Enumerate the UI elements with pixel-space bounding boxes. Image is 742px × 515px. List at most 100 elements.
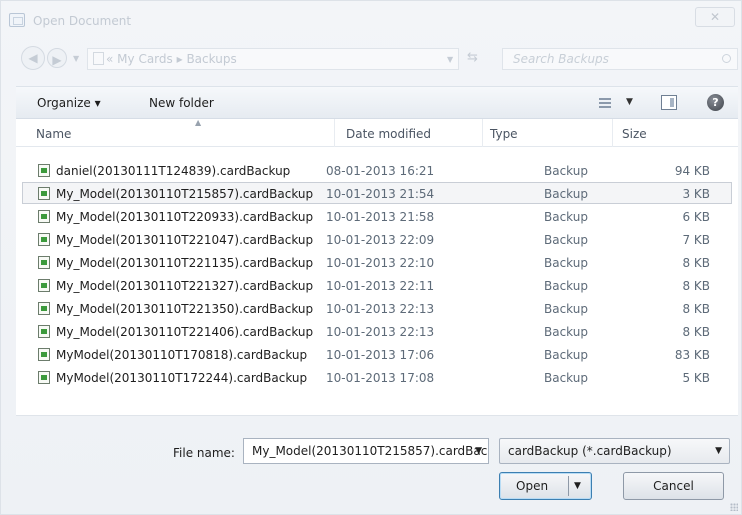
card-backup-file-icon: [38, 164, 50, 177]
help-icon[interactable]: ?: [707, 94, 724, 111]
date-modified-cell: 10-01-2013 22:13: [326, 325, 435, 339]
file-row[interactable]: My_Model(20130110T215857).cardBackup 10-0…: [22, 182, 732, 204]
sort-ascending-icon: ▲: [195, 118, 202, 127]
resize-grip[interactable]: [730, 503, 738, 511]
open-button[interactable]: Open ▼: [499, 472, 592, 500]
file-name-label: File name:: [173, 446, 235, 460]
column-divider[interactable]: [482, 119, 483, 147]
view-options-dropdown[interactable]: ▼: [626, 97, 633, 107]
breadcrumb-my-cards[interactable]: My Cards: [117, 52, 173, 66]
file-name-cell: My_Model(20130110T221135).cardBackup: [56, 256, 314, 270]
breadcrumb-separator: ▸: [176, 52, 183, 66]
date-modified-cell: 10-01-2013 21:54: [326, 187, 435, 201]
card-backup-file-icon: [38, 187, 50, 200]
recent-locations-dropdown[interactable]: ▼: [73, 54, 79, 63]
column-divider[interactable]: [334, 119, 335, 147]
column-header-name[interactable]: Name: [36, 127, 71, 141]
file-type-cell: Backup: [544, 279, 588, 293]
document-window-icon: [9, 13, 25, 27]
address-prefix: «: [106, 52, 114, 66]
back-arrow-icon: ◀: [28, 51, 38, 65]
file-row[interactable]: My_Model(20130110T220933).cardBackup 10-0…: [22, 205, 732, 227]
open-document-dialog: Open Document ✕ ◀ ▶ ▼ « My Cards ▸ Backu…: [0, 0, 742, 515]
card-backup-file-icon: [38, 371, 50, 384]
column-headers: ▲ Name Date modified Type Size: [16, 118, 738, 147]
card-backup-file-icon: [38, 325, 50, 338]
file-size-cell: 94 KB: [674, 164, 710, 178]
card-backup-file-icon: [38, 348, 50, 361]
file-type-cell: Backup: [544, 325, 588, 339]
file-type-cell: Backup: [544, 233, 588, 247]
file-name-value: My_Model(20130110T215857).cardBackup: [252, 444, 489, 458]
file-name-input[interactable]: My_Model(20130110T215857).cardBackup ▼: [243, 438, 489, 464]
date-modified-cell: 10-01-2013 17:06: [326, 348, 435, 362]
file-row[interactable]: My_Model(20130110T221406).cardBackup 10-0…: [22, 320, 732, 342]
file-size-cell: 6 KB: [682, 210, 710, 224]
view-options-icon[interactable]: [599, 97, 611, 109]
date-modified-cell: 10-01-2013 22:09: [326, 233, 435, 247]
back-button[interactable]: ◀: [21, 46, 45, 70]
file-type-cell: Backup: [544, 371, 588, 385]
file-name-cell: My_Model(20130110T221406).cardBackup: [56, 325, 314, 339]
column-header-type[interactable]: Type: [490, 127, 518, 141]
file-row[interactable]: My_Model(20130110T221327).cardBackup 10-0…: [22, 274, 732, 296]
file-row[interactable]: MyModel(20130110T170818).cardBackup 10-01…: [22, 343, 732, 365]
folder-icon: [93, 52, 104, 65]
search-placeholder: Search Backups: [513, 52, 609, 66]
card-backup-file-icon: [38, 233, 50, 246]
title-bar: Open Document ✕: [1, 1, 742, 41]
file-row[interactable]: My_Model(20130110T221047).cardBackup 10-0…: [22, 228, 732, 250]
file-name-cell: MyModel(20130110T172244).cardBackup: [56, 371, 308, 385]
forward-button[interactable]: ▶: [47, 48, 67, 68]
file-type-value: cardBackup (*.cardBackup): [508, 444, 672, 458]
column-header-date[interactable]: Date modified: [346, 127, 431, 141]
file-row[interactable]: daniel(20130111T124839).cardBackup 08-01-…: [22, 159, 732, 181]
card-backup-file-icon: [38, 210, 50, 223]
file-list: ▲ Name Date modified Type Size daniel(20…: [16, 118, 738, 416]
file-name-cell: My_Model(20130110T221047).cardBackup: [56, 233, 314, 247]
file-row[interactable]: My_Model(20130110T221350).cardBackup 10-0…: [22, 297, 732, 319]
file-size-cell: 8 KB: [682, 256, 710, 270]
card-backup-file-icon: [38, 279, 50, 292]
file-type-dropdown-icon: ▼: [715, 446, 722, 456]
close-button[interactable]: ✕: [695, 7, 735, 27]
search-icon: [722, 54, 731, 63]
file-name-cell: My_Model(20130110T221350).cardBackup: [56, 302, 314, 316]
new-folder-button[interactable]: New folder: [149, 96, 214, 110]
date-modified-cell: 10-01-2013 22:10: [326, 256, 435, 270]
file-name-cell: daniel(20130111T124839).cardBackup: [56, 164, 291, 178]
refresh-icon[interactable]: ⇆: [467, 50, 478, 65]
date-modified-cell: 10-01-2013 21:58: [326, 210, 435, 224]
organize-menu[interactable]: Organize ▾: [37, 96, 101, 110]
file-name-cell: My_Model(20130110T215857).cardBackup: [56, 187, 314, 201]
address-dropdown[interactable]: ▼: [447, 55, 453, 64]
file-type-cell: Backup: [544, 187, 588, 201]
file-type-select[interactable]: cardBackup (*.cardBackup) ▼: [499, 438, 730, 464]
card-backup-file-icon: [38, 302, 50, 315]
file-type-cell: Backup: [544, 302, 588, 316]
open-split-divider: [568, 476, 569, 496]
open-options-dropdown[interactable]: ▼: [574, 473, 581, 499]
search-input[interactable]: Search Backups: [502, 48, 738, 70]
file-size-cell: 5 KB: [682, 371, 710, 385]
address-bar[interactable]: « My Cards ▸ Backups: [87, 48, 459, 70]
open-button-label: Open: [516, 479, 549, 493]
file-row[interactable]: MyModel(20130110T172244).cardBackup 10-01…: [22, 366, 732, 388]
file-size-cell: 8 KB: [682, 325, 710, 339]
file-size-cell: 8 KB: [682, 279, 710, 293]
file-type-cell: Backup: [544, 210, 588, 224]
file-row[interactable]: My_Model(20130110T221135).cardBackup 10-0…: [22, 251, 732, 273]
date-modified-cell: 10-01-2013 22:13: [326, 302, 435, 316]
forward-arrow-icon: ▶: [52, 53, 62, 67]
cancel-button[interactable]: Cancel: [623, 472, 724, 500]
file-name-dropdown[interactable]: ▼: [475, 439, 482, 463]
command-toolbar: Organize ▾ New folder ▼ ?: [16, 86, 738, 119]
date-modified-cell: 08-01-2013 16:21: [326, 164, 435, 178]
column-divider[interactable]: [612, 119, 613, 147]
preview-pane-icon[interactable]: [661, 95, 677, 110]
column-header-size[interactable]: Size: [622, 127, 647, 141]
file-type-cell: Backup: [544, 256, 588, 270]
file-size-cell: 3 KB: [682, 187, 710, 201]
file-size-cell: 7 KB: [682, 233, 710, 247]
breadcrumb-backups[interactable]: Backups: [186, 52, 236, 66]
